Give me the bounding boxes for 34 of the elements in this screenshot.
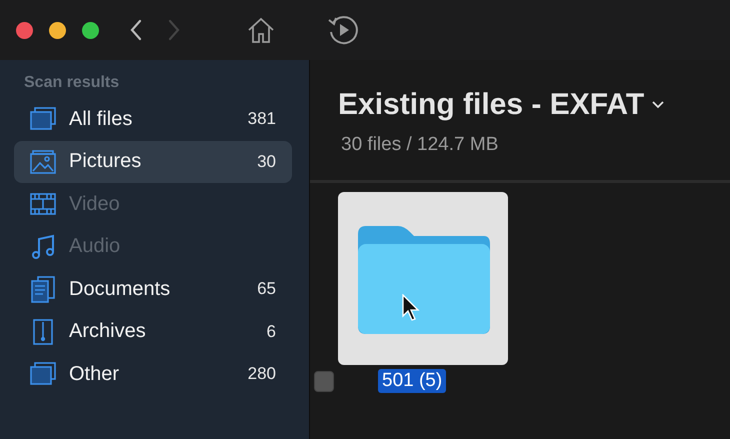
- item-label: Other: [69, 362, 120, 386]
- item-label: All files: [69, 108, 134, 131]
- item-count: 6: [266, 322, 276, 342]
- item-label: Documents: [69, 278, 172, 301]
- item-count: 381: [248, 109, 276, 130]
- resume-icon[interactable]: [327, 14, 359, 46]
- documents-icon: [29, 275, 57, 304]
- item-count: 65: [257, 279, 276, 300]
- folder-tile[interactable]: [338, 192, 508, 365]
- sidebar-item[interactable]: Documents 65: [14, 268, 292, 310]
- chevron-down-icon[interactable]: [652, 101, 664, 109]
- file-name: 501 (5): [378, 369, 446, 393]
- minimize-button[interactable]: [49, 22, 66, 38]
- item-count: 280: [248, 364, 276, 384]
- sidebar-item[interactable]: Pictures 30: [14, 140, 292, 183]
- music-note-icon: [29, 232, 57, 261]
- picture-icon: [29, 148, 57, 176]
- item-count: 30: [257, 152, 276, 172]
- file-summary: 30 files / 124.7 MB: [340, 134, 500, 156]
- checkbox[interactable]: [314, 370, 334, 392]
- item-label: Archives: [69, 320, 147, 344]
- location-title: Existing files - EXFAT: [338, 88, 644, 122]
- sidebar-item[interactable]: Archives 6: [14, 310, 292, 353]
- item-label: Audio: [69, 235, 122, 258]
- close-button[interactable]: [16, 22, 33, 38]
- sidebar-item[interactable]: All files 381: [14, 98, 292, 140]
- sidebar-heading: Scan results: [23, 74, 120, 92]
- item-label: Video: [69, 192, 121, 216]
- sidebar-item[interactable]: Other 280: [14, 353, 292, 396]
- zoom-button[interactable]: [82, 22, 99, 38]
- home-icon[interactable]: [247, 16, 275, 44]
- item-label: Pictures: [69, 150, 142, 174]
- mouse-pointer-icon: [402, 294, 420, 322]
- back-button[interactable]: [129, 19, 143, 41]
